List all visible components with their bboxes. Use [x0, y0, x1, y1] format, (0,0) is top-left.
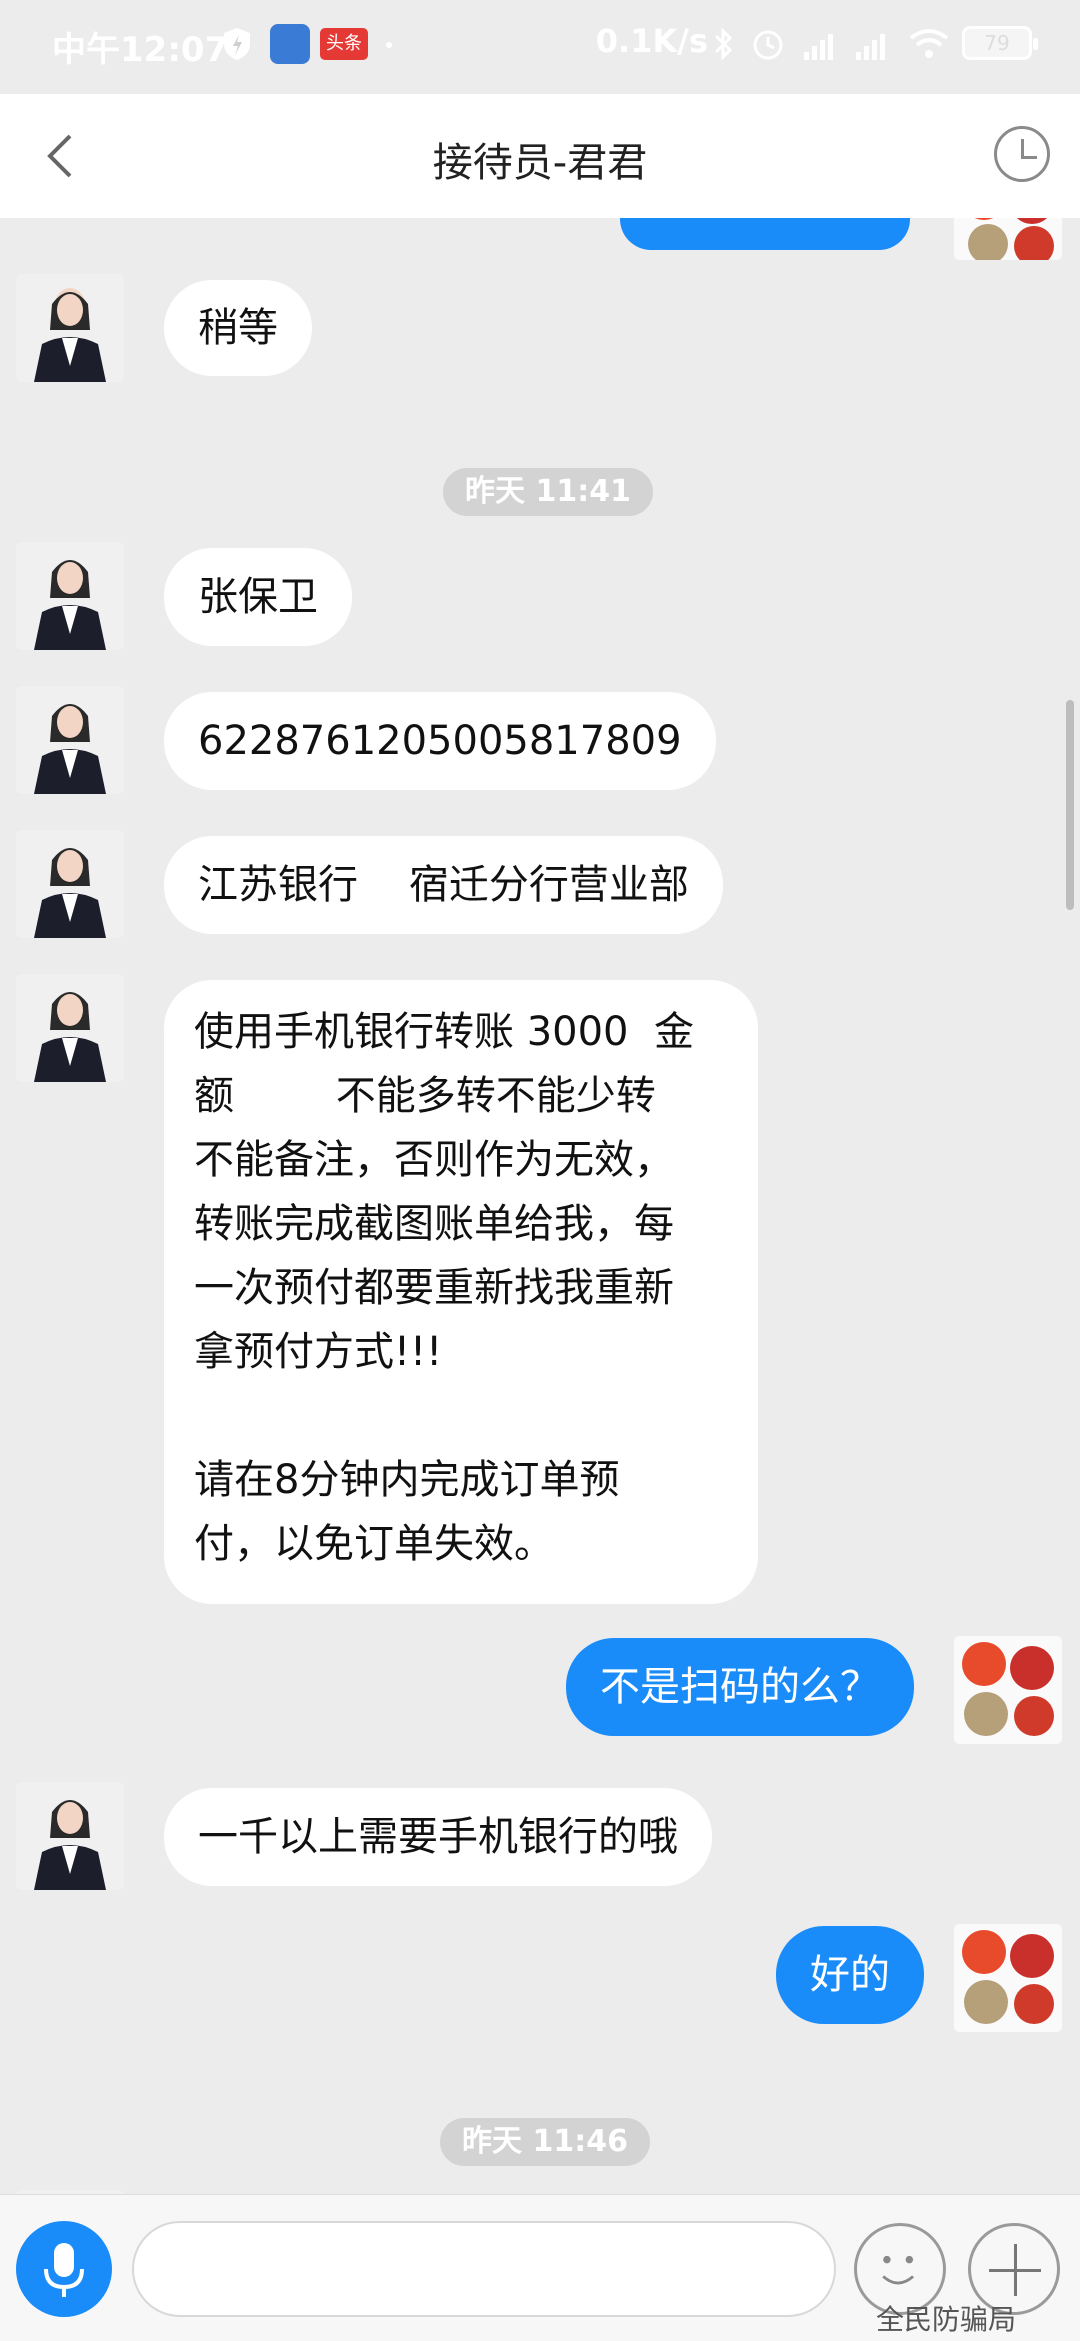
microphone-icon [44, 2243, 84, 2297]
status-time: 中午12:07 [52, 30, 229, 70]
incoming-message: 稍等 [164, 280, 312, 376]
toutiao-icon: 头条 [320, 28, 368, 60]
time-divider: 昨天 11:46 [440, 2118, 650, 2166]
app-icon [270, 24, 310, 64]
time-divider: 昨天 11:41 [443, 468, 653, 516]
battery-icon: 79 [962, 26, 1038, 60]
self-avatar[interactable] [954, 1636, 1062, 1744]
bluetooth-icon [714, 27, 733, 61]
self-avatar-partial [954, 218, 1062, 260]
agent-avatar[interactable] [16, 1782, 124, 1890]
alarm-icon [753, 30, 783, 60]
scrollbar[interactable] [1066, 700, 1074, 910]
message-input[interactable] [132, 2221, 836, 2317]
incoming-message: 6228761205005817809 [164, 692, 716, 790]
incoming-message: 张保卫 [164, 548, 352, 646]
watermark: 全民防骗局 [876, 2303, 1017, 2336]
agent-avatar[interactable] [16, 542, 124, 650]
chat-header: 接待员-君君 [0, 94, 1080, 218]
agent-avatar[interactable] [16, 974, 124, 1082]
wifi-icon [909, 29, 949, 58]
outgoing-bubble-partial [620, 218, 910, 250]
signal-hd-icon [804, 34, 833, 60]
chat-area[interactable]: 稍等 昨天 11:41 张保卫 6228761205005817809 江苏银行… [0, 218, 1080, 2218]
shield-icon [224, 28, 250, 60]
agent-avatar[interactable] [16, 686, 124, 794]
status-bar: 中午12:07 头条 0.1K/s 79 [0, 0, 1080, 94]
outgoing-message: 好的 [776, 1926, 924, 2024]
outgoing-message: 不是扫码的么？ [566, 1638, 914, 1736]
history-clock-icon[interactable] [994, 126, 1050, 182]
chat-title: 接待员-君君 [432, 140, 648, 186]
incoming-message: 一千以上需要手机银行的哦 [164, 1788, 712, 1886]
self-avatar[interactable] [954, 1924, 1062, 2032]
incoming-message: 使用手机银行转账 3000 金 额 不能多转不能少转 不能备注，否则作为无效， … [164, 980, 758, 1604]
agent-avatar[interactable] [16, 830, 124, 938]
network-speed: 0.1K/s [595, 22, 708, 60]
signal-hd-2-icon [856, 34, 885, 60]
agent-avatar[interactable] [16, 274, 124, 382]
dot-icon [386, 42, 392, 48]
incoming-message: 江苏银行 宿迁分行营业部 [164, 836, 723, 934]
voice-button[interactable] [16, 2221, 112, 2317]
